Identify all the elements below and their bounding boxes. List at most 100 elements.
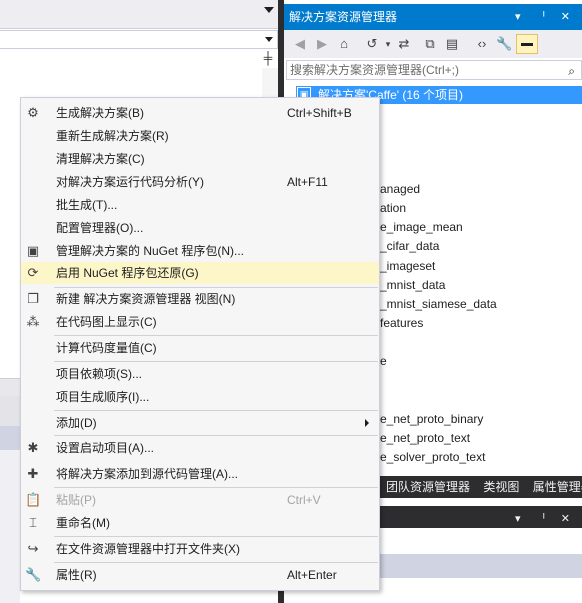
menu-item-calculate-code-metrics[interactable]: 计算代码度量值(C) [21,337,379,359]
menu-item-label: 启用 NuGet 程序包还原(G) [56,266,199,280]
search-placeholder: 搜索解决方案资源管理器(Ctrl+;) [290,63,459,77]
properties-panel-toolbar [380,554,582,578]
menu-item-run-code-analysis[interactable]: 对解决方案运行代码分析(Y) Alt+F11 [21,171,379,193]
menu-item-label: 清理解决方案(C) [56,152,145,166]
history-icon[interactable]: ↺ [364,36,380,52]
menu-separator [54,335,378,336]
properties-wrench-icon[interactable]: 🔧 [496,36,512,52]
solution-explorer-toolbar: ◀ ▶ ⌂ ↺ ▾ ⇄ ⧉ ▤ ‹› 🔧 [284,30,582,58]
tab-team-explorer[interactable]: 团队资源管理器 [386,480,470,494]
code-map-icon: ⁂ [26,314,40,329]
navigation-dropdown[interactable] [0,30,278,49]
menu-item-label: 重命名(M) [56,516,110,530]
window-controls[interactable]: ▾ ᅵ ✕ [515,4,576,30]
menu-item-build-solution[interactable]: ⚙ 生成解决方案(B) Ctrl+Shift+B [21,102,379,124]
code-icon[interactable]: ‹› [474,36,490,52]
source-control-icon: ✚ [27,466,39,481]
menu-item-configuration-manager[interactable]: 配置管理器(O)... [21,217,379,239]
menu-separator [54,361,378,362]
tree-project-item[interactable]: anaged [380,182,420,196]
menu-item-shortcut: Ctrl+Shift+B [287,106,352,120]
menu-item-label: 项目依赖项(S)... [56,367,142,381]
chevron-down-icon[interactable]: ▾ [380,36,396,52]
menu-item-open-folder-in-explorer[interactable]: ↪ 在文件资源管理器中打开文件夹(X) [21,538,379,560]
menu-item-label: 配置管理器(O)... [56,221,144,235]
menu-item-show-on-code-map[interactable]: ⁂ 在代码图上显示(C) [21,311,379,333]
wrench-icon: 🔧 [25,567,42,582]
output-panel-header [0,396,20,426]
home-icon[interactable]: ⌂ [336,36,352,52]
menu-item-label: 管理解决方案的 NuGet 程序包(N)... [56,244,245,258]
menu-item-shortcut: Alt+Enter [287,568,337,582]
tree-project-item[interactable]: _cifar_data [380,239,439,253]
menu-item-rebuild-solution[interactable]: 重新生成解决方案(R) [21,125,379,147]
menu-item-clean-solution[interactable]: 清理解决方案(C) [21,148,379,170]
window-controls[interactable]: ▾ ᅵ ✕ [515,510,576,526]
solution-explorer-title-bar: 解决方案资源管理器 ▾ ᅵ ✕ [284,4,582,30]
tab-dropdown-icon[interactable] [264,7,274,13]
menu-item-shortcut: Ctrl+V [287,493,321,507]
menu-item-manage-nuget[interactable]: ▣ 管理解决方案的 NuGet 程序包(N)... [21,240,379,262]
menu-separator [54,487,378,488]
menu-item-add-to-source-control[interactable]: ✚ 将解决方案添加到源代码管理(A)... [21,463,379,485]
sync-icon[interactable]: ⇄ [396,36,412,52]
menu-item-properties[interactable]: 🔧 属性(R) Alt+Enter [21,564,379,586]
tree-project-item[interactable]: _mnist_siamese_data [380,297,497,311]
menu-item-label: 属性(R) [56,568,97,582]
menu-item-label: 粘贴(P) [56,493,96,507]
preview-toggle-button[interactable] [516,34,538,54]
menu-item-label: 在文件资源管理器中打开文件夹(X) [56,542,240,556]
menu-item-label: 设置启动项目(A)... [56,441,154,455]
chevron-down-icon [265,37,273,42]
menu-item-enable-nuget-restore[interactable]: ⟳ 启用 NuGet 程序包还原(G) [21,262,379,284]
properties-panel-title: ▾ ᅵ ✕ [380,506,582,528]
back-icon[interactable]: ◀ [292,36,308,52]
show-all-files-icon[interactable]: ▤ [444,36,460,52]
menu-item-label: 批生成(T)... [56,198,118,212]
menu-item-project-dependencies[interactable]: 项目依赖项(S)... [21,363,379,385]
tree-project-item[interactable]: e_net_proto_binary [380,412,483,426]
menu-item-batch-build[interactable]: 批生成(T)... [21,194,379,216]
menu-item-label: 生成解决方案(B) [56,106,144,120]
split-window-icon[interactable]: ╪ [258,51,278,67]
output-panel-toolbar [0,426,20,450]
menu-separator [54,435,378,436]
menu-item-project-build-order[interactable]: 项目生成顺序(I)... [21,386,379,408]
tab-class-view[interactable]: 类视图 [483,480,519,494]
tree-project-item[interactable]: e_net_proto_text [380,431,470,445]
menu-item-set-startup-projects[interactable]: ✱ 设置启动项目(A)... [21,437,379,459]
menu-separator [54,410,378,411]
nuget-package-icon: ▣ [26,243,40,258]
menu-item-label: 计算代码度量值(C) [56,341,157,355]
tree-project-item[interactable]: e_solver_proto_text [380,450,485,464]
tree-project-item[interactable]: _imageset [380,259,435,273]
tree-project-item[interactable]: features [380,316,423,330]
bottom-tab-strip: 团队资源管理器 类视图 属性管理器 [380,476,582,498]
forward-icon[interactable]: ▶ [314,36,330,52]
paste-icon: 📋 [25,492,42,507]
menu-item-label: 新建 解决方案资源管理器 视图(N) [56,292,236,306]
tree-project-item[interactable]: ation [380,201,406,215]
tree-project-item[interactable]: e_image_mean [380,220,463,234]
properties-panel-header [380,528,582,554]
tab-property-manager[interactable]: 属性管理器 [533,480,582,494]
collapse-all-icon[interactable]: ⧉ [422,36,438,52]
tree-project-item[interactable]: e [380,354,387,368]
menu-item-label: 对解决方案运行代码分析(Y) [56,175,204,189]
minus-icon [521,43,533,46]
tree-project-item[interactable]: _mnist_data [380,278,445,292]
search-icon[interactable]: ⌕ [568,62,575,80]
gear-icon: ✱ [27,440,39,455]
menu-item-new-explorer-view[interactable]: ❐ 新建 解决方案资源管理器 视图(N) [21,288,379,310]
open-folder-icon: ↪ [27,541,39,556]
menu-item-rename[interactable]: ⌶ 重命名(M) [21,512,379,534]
solution-search-input[interactable]: 搜索解决方案资源管理器(Ctrl+;) ⌕ [286,60,582,80]
output-panel-body [0,450,20,603]
menu-item-add[interactable]: 添加(D) [21,412,379,434]
rename-icon: ⌶ [29,515,37,530]
nuget-restore-icon: ⟳ [27,265,39,280]
build-solution-icon: ⚙ [27,105,39,120]
menu-item-paste[interactable]: 📋 粘贴(P) Ctrl+V [21,489,379,511]
submenu-arrow-icon [365,419,369,427]
menu-item-label: 重新生成解决方案(R) [56,129,169,143]
